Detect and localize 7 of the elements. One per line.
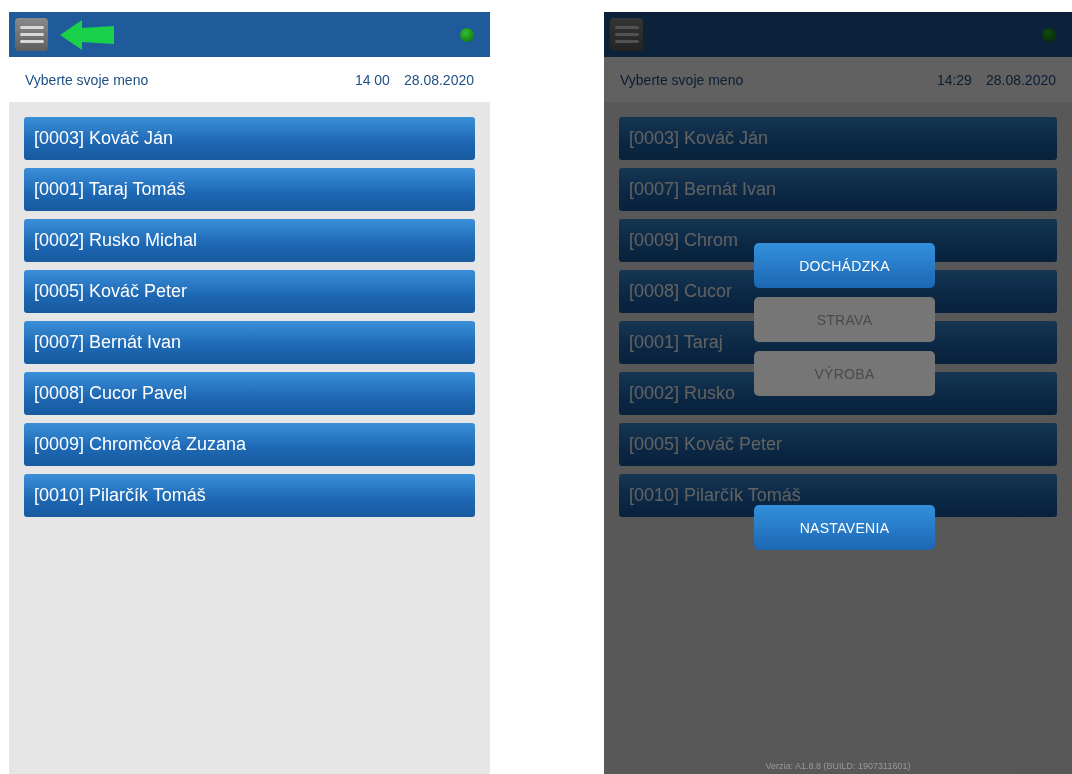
page-title: Vyberte svoje meno bbox=[620, 71, 744, 88]
version-text: Verzia: A1.8.8 (BUILD: 1907311601) bbox=[765, 761, 911, 771]
date-text: 28.08.2020 bbox=[985, 71, 1056, 88]
time-text: 14:29 bbox=[936, 71, 972, 88]
time-text: 14 00 bbox=[354, 71, 390, 88]
page-title: Vyberte svoje meno bbox=[25, 71, 149, 88]
date-text: 28.08.2020 bbox=[403, 71, 474, 88]
